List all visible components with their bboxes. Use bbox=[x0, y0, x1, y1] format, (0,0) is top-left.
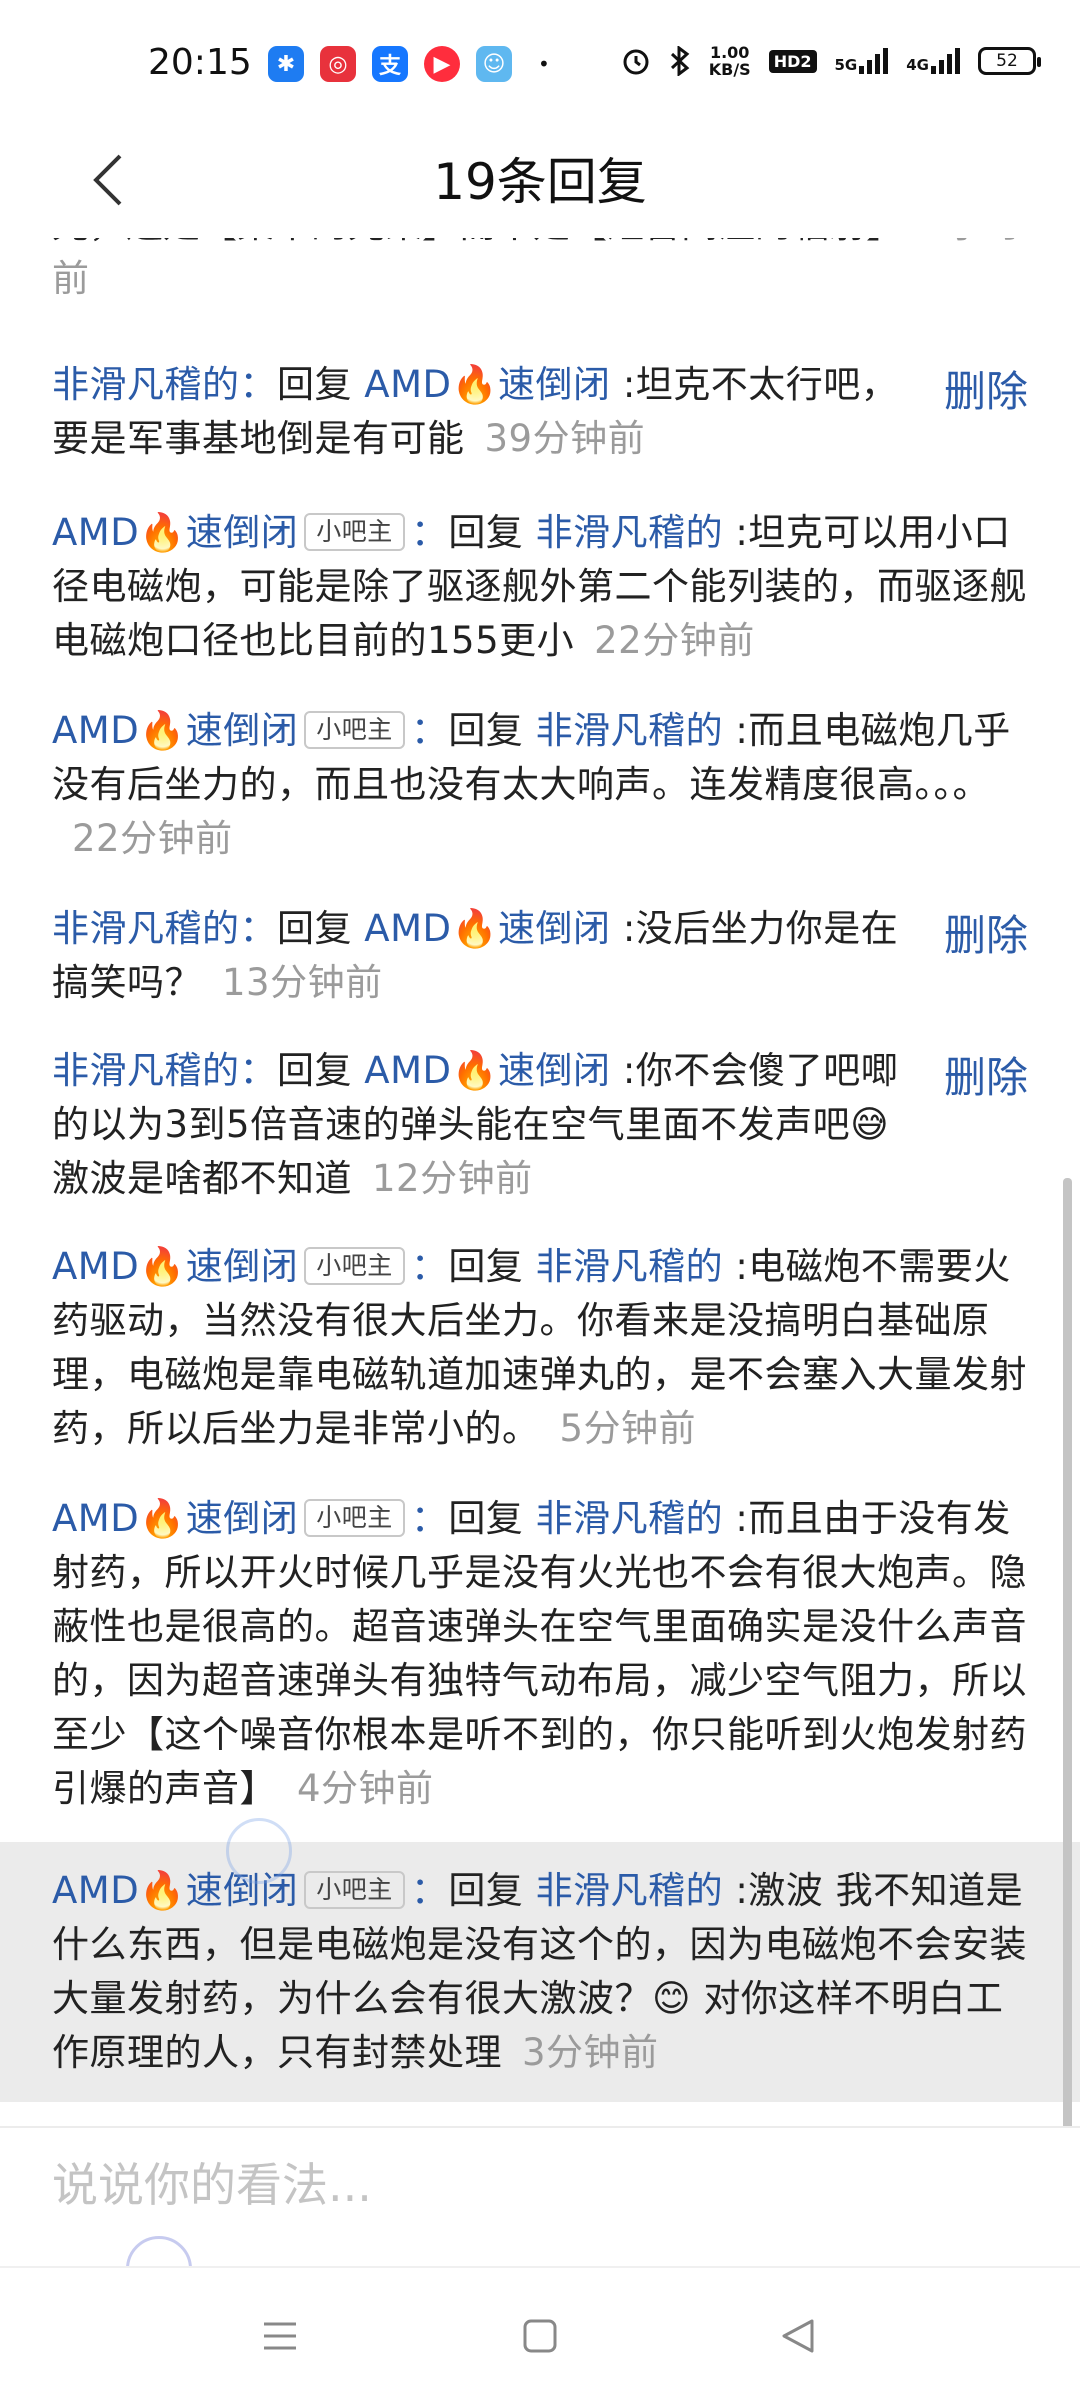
battery-indicator: 52 bbox=[978, 47, 1041, 75]
reply-time: 4分钟前 bbox=[297, 1767, 434, 1810]
reply-time: 22分钟前 bbox=[594, 619, 755, 662]
moderator-badge: 小吧主 bbox=[304, 1247, 405, 1285]
system-nav-bar bbox=[0, 2266, 1080, 2400]
signal-5g: 5G bbox=[835, 48, 889, 74]
username-link[interactable]: 非滑凡稽的 bbox=[52, 363, 240, 406]
hd-badge: HD2 bbox=[768, 49, 817, 73]
alarm-icon bbox=[623, 49, 649, 75]
scrollbar[interactable] bbox=[1063, 1178, 1072, 2130]
reply-target-link[interactable]: 非滑凡稽的 bbox=[536, 1245, 724, 1288]
status-app-icons: ✱ ◎ 支 ▶ ☺ • bbox=[268, 46, 550, 82]
list-item-highlighted[interactable]: AMD🔥速倒闭 小吧主 ：回复 非滑凡稽的 :激波 我不知道是什么东西，但是电磁炮是… bbox=[0, 1842, 1080, 2102]
menu-icon[interactable] bbox=[252, 2308, 308, 2364]
title-bar: 19条回复 bbox=[0, 120, 1080, 238]
list-item[interactable]: AMD🔥速倒闭 小吧主 ：回复 非滑凡稽的 :电磁炮不需要火药驱动，当然没有很大后坐… bbox=[0, 1240, 1080, 1456]
reply-target-link[interactable]: 非滑凡稽的 bbox=[536, 1869, 724, 1912]
comment-input[interactable] bbox=[52, 2158, 952, 2212]
reply-target-link[interactable]: AMD🔥速倒闭 bbox=[364, 363, 610, 406]
reply-text: :而且由于没有发射药，所以开火时候几乎是没有火光也不会有很大炮声。隐蔽性也是很高… bbox=[52, 1497, 1027, 1810]
delete-button[interactable]: 删除 bbox=[944, 1044, 1028, 1105]
delete-button[interactable]: 删除 bbox=[944, 358, 1028, 419]
moderator-badge: 小吧主 bbox=[304, 513, 405, 551]
more-notifications-icon: • bbox=[538, 52, 550, 76]
username-link[interactable]: 非滑凡稽的 bbox=[52, 1049, 240, 1092]
reply-target-link[interactable]: 非滑凡稽的 bbox=[536, 1497, 724, 1540]
reply-text: 光，还是【集中的光束】而不是【短暂高温的辐射】 bbox=[52, 238, 903, 246]
reply-target-link[interactable]: AMD🔥速倒闭 bbox=[364, 907, 610, 950]
list-item[interactable]: 非滑凡稽的：回复 AMD🔥速倒闭 :你不会傻了吧唧的以为3到5倍音速的弹头能在空… bbox=[0, 1044, 1080, 1206]
netease-music-icon: ◎ bbox=[320, 46, 356, 82]
username-link[interactable]: AMD🔥速倒闭 bbox=[52, 511, 298, 554]
reply-target-link[interactable]: 非滑凡稽的 bbox=[536, 709, 724, 752]
list-item[interactable]: 非滑凡稽的：回复 AMD🔥速倒闭 :没后坐力你是在搞笑吗？ 13分钟前 删除 bbox=[0, 902, 1080, 1010]
status-bar: 20:15 ✱ ◎ 支 ▶ ☺ • 1.00 KB/S HD2 5G 4G 52 bbox=[0, 0, 1080, 120]
game-app-icon: ☺ bbox=[476, 46, 512, 82]
reply-time: 1小时前 bbox=[52, 238, 1021, 300]
list-item[interactable]: AMD🔥速倒闭 小吧主 ：回复 非滑凡稽的 :而且由于没有发射药，所以开火时候几乎是… bbox=[0, 1492, 1080, 1816]
username-link[interactable]: AMD🔥速倒闭 bbox=[52, 709, 298, 752]
status-indicators: 1.00 KB/S HD2 5G 4G 52 bbox=[621, 43, 1041, 79]
app-notification-icon: ✱ bbox=[268, 46, 304, 82]
username-link[interactable]: 非滑凡稽的 bbox=[52, 907, 240, 950]
list-item-partial[interactable]: 光，还是【集中的光束】而不是【短暂高温的辐射】1小时前 bbox=[52, 238, 1032, 306]
delete-button[interactable]: 删除 bbox=[944, 902, 1028, 963]
reply-list[interactable]: 光，还是【集中的光束】而不是【短暂高温的辐射】1小时前 非滑凡稽的：回复 AMD… bbox=[0, 238, 1080, 2126]
signal-4g: 4G bbox=[906, 48, 960, 74]
username-link[interactable]: AMD🔥速倒闭 bbox=[52, 1245, 298, 1288]
reply-time: 3分钟前 bbox=[522, 2031, 659, 2074]
list-item[interactable]: AMD🔥速倒闭 小吧主 ：回复 非滑凡稽的 :而且电磁炮几乎没有后坐力的，而且也没有… bbox=[0, 704, 1080, 866]
moderator-badge: 小吧主 bbox=[304, 1499, 405, 1537]
reply-time: 22分钟前 bbox=[72, 817, 233, 860]
video-app-icon: ▶ bbox=[424, 46, 460, 82]
reply-time: 39分钟前 bbox=[484, 417, 646, 460]
back-triangle-icon[interactable] bbox=[770, 2308, 826, 2364]
reply-time: 5分钟前 bbox=[559, 1407, 697, 1450]
home-square-icon[interactable] bbox=[512, 2308, 568, 2364]
reply-time: 12分钟前 bbox=[372, 1157, 533, 1200]
bluetooth-icon bbox=[670, 46, 690, 76]
status-time: 20:15 bbox=[148, 42, 252, 83]
alipay-icon: 支 bbox=[372, 46, 408, 82]
username-link[interactable]: AMD🔥速倒闭 bbox=[52, 1497, 298, 1540]
reply-time: 13分钟前 bbox=[222, 961, 383, 1004]
list-item[interactable]: AMD🔥速倒闭 小吧主 ：回复 非滑凡稽的 :坦克可以用小口径电磁炮，可能是除了驱逐… bbox=[0, 506, 1080, 668]
page-title: 19条回复 bbox=[433, 153, 647, 211]
reply-target-link[interactable]: AMD🔥速倒闭 bbox=[364, 1049, 610, 1092]
touch-indicator bbox=[226, 1818, 292, 1884]
list-item[interactable]: 非滑凡稽的：回复 AMD🔥速倒闭 :坦克不太行吧，要是军事基地倒是有可能 39分钟… bbox=[0, 358, 1080, 466]
reply-target-link[interactable]: 非滑凡稽的 bbox=[536, 511, 724, 554]
network-speed: 1.00 KB/S bbox=[708, 43, 751, 79]
moderator-badge: 小吧主 bbox=[304, 1871, 405, 1909]
moderator-badge: 小吧主 bbox=[304, 711, 405, 749]
